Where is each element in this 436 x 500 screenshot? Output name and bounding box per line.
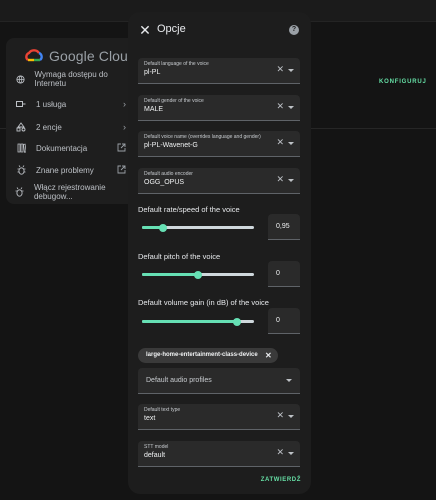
field-value: OGG_OPUS	[144, 179, 185, 186]
clear-icon[interactable]: ✕	[276, 448, 284, 457]
bug-icon	[14, 163, 28, 177]
select-placeholder: Default audio profiles	[146, 377, 212, 384]
clear-icon[interactable]: ✕	[276, 102, 284, 111]
field-label: Default gender of the voice	[144, 98, 204, 104]
help-icon[interactable]: ?	[289, 25, 299, 35]
sidebar-item-label: 2 encje	[36, 122, 62, 132]
dialog-title: Opcje	[157, 23, 186, 35]
gain-label: Default volume gain (in dB) of the voice	[138, 298, 269, 307]
text-type-select[interactable]: Default text type text ✕	[138, 404, 300, 430]
clear-icon[interactable]: ✕	[276, 65, 284, 74]
external-link-icon	[117, 165, 126, 176]
stt-model-select[interactable]: STT model default ✕	[138, 441, 300, 467]
dropdown-arrow-icon[interactable]	[286, 379, 292, 382]
clear-icon[interactable]: ✕	[276, 175, 284, 184]
field-label: Default audio encoder	[144, 171, 193, 177]
audio-profiles-select[interactable]: Default audio profiles	[138, 368, 300, 394]
confirm-button[interactable]: ZATWIERDŹ	[261, 477, 301, 483]
field-value: text	[144, 415, 156, 422]
close-icon[interactable]: ✕	[138, 23, 152, 37]
chip-label: large-home-entertainment-class-device	[146, 352, 258, 358]
sidebar-item-label: Znane problemy	[36, 165, 94, 175]
gain-slider[interactable]	[142, 317, 254, 326]
google-cloud-logo-icon	[25, 49, 43, 62]
dropdown-arrow-icon[interactable]	[288, 415, 294, 418]
gender-select[interactable]: Default gender of the voice MALE ✕	[138, 95, 300, 121]
field-label: Default voice name (overrides language a…	[144, 134, 261, 140]
external-link-icon	[117, 143, 126, 154]
sidebar-item-docs[interactable]: Dokumentacja	[14, 137, 130, 159]
audio-profile-chip: large-home-entertainment-class-device ✕	[138, 348, 278, 363]
encoder-select[interactable]: Default audio encoder OGG_OPUS ✕	[138, 168, 300, 194]
book-icon	[14, 141, 28, 155]
dropdown-arrow-icon[interactable]	[288, 452, 294, 455]
field-value: default	[144, 452, 166, 459]
debug-icon	[14, 185, 26, 199]
sidebar-item-services[interactable]: 1 usługa ›	[14, 93, 130, 115]
google-cloud-logo: Google Cloud	[24, 48, 136, 64]
dropdown-arrow-icon[interactable]	[288, 142, 294, 145]
chevron-right-icon: ›	[123, 99, 126, 109]
dropdown-arrow-icon[interactable]	[288, 69, 294, 72]
field-label: STT model	[144, 444, 169, 450]
sidebar-item-label: Włącz rejestrowanie debugow...	[33, 183, 106, 201]
entity-icon	[14, 120, 28, 134]
field-label: Default language of the voice	[144, 61, 209, 67]
sidebar-item-entities[interactable]: 2 encje ›	[14, 116, 130, 138]
dropdown-arrow-icon[interactable]	[288, 179, 294, 182]
sidebar-item-internet: Wymaga dostępu do Internetu	[14, 68, 130, 90]
sidebar-item-issues[interactable]: Znane problemy	[14, 159, 130, 181]
rate-label: Default rate/speed of the voice	[138, 205, 240, 214]
gain-input[interactable]: 0	[268, 308, 300, 334]
sidebar-item-label: 1 usługa	[36, 99, 67, 109]
pitch-label: Default pitch of the voice	[138, 252, 221, 261]
dropdown-arrow-icon[interactable]	[288, 106, 294, 109]
slider-fill	[142, 320, 238, 323]
voice-name-select[interactable]: Default voice name (overrides language a…	[138, 131, 300, 157]
pitch-slider[interactable]	[142, 270, 254, 279]
configure-button[interactable]: KONFIGURUJ	[379, 79, 427, 85]
slider-thumb[interactable]	[233, 317, 242, 326]
globe-icon	[14, 72, 26, 86]
field-value: MALE	[144, 106, 164, 113]
logo-text: Google Cloud	[49, 48, 136, 64]
field-value: pl-PL-Wavenet-G	[144, 142, 198, 149]
slider-fill	[142, 273, 198, 276]
language-select[interactable]: Default language of the voice pl-PL ✕	[138, 58, 300, 84]
rate-slider[interactable]	[142, 223, 254, 232]
chevron-right-icon: ›	[123, 122, 126, 132]
sidebar-item-debug[interactable]: Włącz rejestrowanie debugow...	[14, 181, 130, 203]
clear-icon[interactable]: ✕	[276, 411, 284, 420]
clear-icon[interactable]: ✕	[276, 138, 284, 147]
options-dialog: ✕ Opcje ? Default language of the voice …	[128, 12, 311, 494]
rate-input[interactable]: 0,95	[268, 214, 300, 240]
field-value: pl-PL	[144, 69, 161, 76]
slider-thumb[interactable]	[159, 223, 168, 232]
pitch-input[interactable]: 0	[268, 261, 300, 287]
sidebar-item-label: Wymaga dostępu do Internetu	[34, 70, 108, 88]
slider-thumb[interactable]	[194, 270, 202, 279]
service-icon	[14, 97, 28, 111]
sidebar-item-label: Dokumentacja	[36, 143, 88, 153]
field-label: Default text type	[144, 407, 181, 413]
chip-remove-icon[interactable]: ✕	[265, 348, 272, 363]
